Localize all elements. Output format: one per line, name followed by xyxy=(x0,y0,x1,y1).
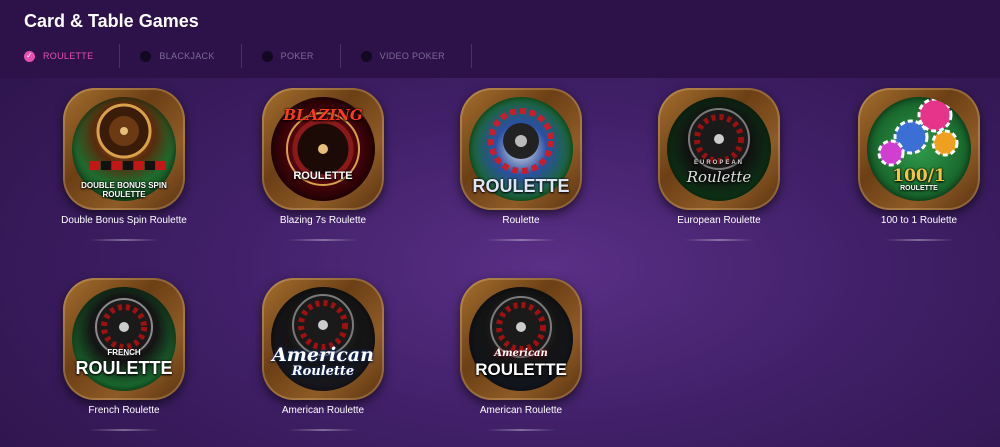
game-thumbnail: ROULETTE xyxy=(460,88,582,210)
game-logo-text: ROULETTE xyxy=(475,360,567,379)
game-title: French Roulette xyxy=(88,405,160,416)
game-logo-subtitle: ROULETTE xyxy=(900,185,938,192)
tab-label: POKER xyxy=(280,51,314,61)
tab-poker[interactable]: POKER xyxy=(261,44,341,68)
game-title: 100 to 1 Roulette xyxy=(880,215,958,226)
radio-dot-icon xyxy=(360,50,372,62)
game-card-american-roulette-1[interactable]: American Roulette American Roulette xyxy=(224,268,422,438)
game-logo-text: ROULETTE xyxy=(293,170,353,182)
tab-roulette[interactable]: ✓ ROULETTE xyxy=(24,44,121,68)
game-thumbnail: 100/1 ROULETTE xyxy=(858,88,980,210)
game-thumbnail: American ROULETTE xyxy=(460,278,582,400)
tab-video-poker[interactable]: VIDEO POKER xyxy=(360,44,472,68)
divider xyxy=(89,429,159,431)
game-thumbnail: DOUBLE BONUS SPIN ROULETTE xyxy=(63,88,185,210)
games-grid: DOUBLE BONUS SPIN ROULETTE Double Bonus … xyxy=(0,78,1000,447)
game-title: American Roulette xyxy=(281,405,365,416)
divider xyxy=(288,239,358,241)
game-logo-subtitle: American xyxy=(494,348,548,359)
tab-label: VIDEO POKER xyxy=(379,51,445,61)
game-logo-subtitle: FRENCH xyxy=(107,348,141,357)
radio-dot-icon xyxy=(261,50,273,62)
game-logo-text: American xyxy=(272,344,374,366)
game-thumbnail: EUROPEAN Roulette xyxy=(658,88,780,210)
game-card-american-roulette-2[interactable]: American ROULETTE American Roulette xyxy=(422,268,620,438)
category-tabs: ✓ ROULETTE BLACKJACK POKER VIDEO POKER xyxy=(24,44,492,68)
game-thumbnail: FRENCH ROULETTE xyxy=(63,278,185,400)
divider xyxy=(684,239,754,241)
divider xyxy=(884,239,954,241)
game-card-french-roulette[interactable]: FRENCH ROULETTE French Roulette xyxy=(25,268,223,438)
divider xyxy=(288,429,358,431)
game-title: Double Bonus Spin Roulette xyxy=(61,215,187,226)
game-title: European Roulette xyxy=(677,215,761,226)
tab-blackjack[interactable]: BLACKJACK xyxy=(140,44,242,68)
game-card-roulette[interactable]: ROULETTE Roulette xyxy=(422,78,620,248)
game-logo-subtitle: BLAZING xyxy=(283,106,363,124)
tab-label: ROULETTE xyxy=(43,51,94,61)
game-logo-text: Roulette xyxy=(686,168,752,186)
tab-label: BLACKJACK xyxy=(159,51,215,61)
game-card-european-roulette[interactable]: EUROPEAN Roulette European Roulette xyxy=(620,78,818,248)
game-card-double-bonus-spin-roulette[interactable]: DOUBLE BONUS SPIN ROULETTE Double Bonus … xyxy=(25,78,223,248)
game-title: American Roulette xyxy=(479,405,563,416)
divider xyxy=(89,239,159,241)
game-logo-text: 100/1 xyxy=(892,166,946,186)
game-logo-text: DOUBLE BONUS SPIN ROULETTE xyxy=(81,181,167,199)
divider xyxy=(486,429,556,431)
game-logo-text: ROULETTE xyxy=(75,358,173,378)
divider xyxy=(486,239,556,241)
check-icon: ✓ xyxy=(24,50,35,62)
page-title: Card & Table Games xyxy=(24,11,199,31)
game-thumbnail: American Roulette xyxy=(262,278,384,400)
header: Card & Table Games ✓ ROULETTE BLACKJACK … xyxy=(0,0,1000,78)
game-logo-subtitle: EUROPEAN xyxy=(693,160,744,166)
game-card-blazing-7s-roulette[interactable]: BLAZING ROULETTE Blazing 7s Roulette xyxy=(224,78,422,248)
game-title: Blazing 7s Roulette xyxy=(279,215,367,226)
game-thumbnail: BLAZING ROULETTE xyxy=(262,88,384,210)
game-logo-subtitle: Roulette xyxy=(291,364,355,379)
game-card-100-to-1-roulette[interactable]: 100/1 ROULETTE 100 to 1 Roulette xyxy=(820,78,1000,248)
game-title: Roulette xyxy=(502,215,540,226)
radio-dot-icon xyxy=(140,50,152,62)
game-logo-text: ROULETTE xyxy=(472,176,570,196)
